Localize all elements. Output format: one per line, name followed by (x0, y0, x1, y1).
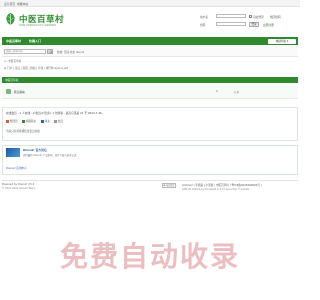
search-icon (49, 50, 53, 54)
admin-icon (6, 119, 9, 123)
search-input[interactable]: 请输入搜索内容 (4, 49, 46, 54)
remember-label: 自动登录 (253, 15, 264, 19)
online-stats-title: 在线会员 - 1 人在线 - 0 会员(0 隐身), 1 位游客 - 最高记录是… (6, 111, 103, 115)
member-icon (54, 119, 57, 123)
username-label: 用户名 (200, 15, 209, 19)
discuz-logo-icon[interactable] (6, 148, 20, 157)
sub-nav-links[interactable]: ☰ 门户 | 论坛 | 家园 | 群组 | 导读 | 排行榜 Gplore_wl… (4, 66, 68, 70)
register-link[interactable]: 立即注册 (263, 23, 274, 27)
promo-title[interactable]: Discuz! 官方论坛 (23, 148, 47, 152)
forum-icon (6, 89, 11, 94)
powered-by[interactable]: Powered by Discuz! X3.4 (2, 183, 34, 186)
legend-item-mod: 版主 (41, 119, 50, 123)
legend-item-admin: 管理员 (6, 119, 18, 123)
login-form: 用户名 自动登录 密码 登录 立即注册 找回密码 (200, 12, 298, 34)
forum-row[interactable]: 默认版块 0 从未 (2, 86, 298, 99)
search-button[interactable] (47, 49, 53, 54)
partner-promo: Discuz! 官方论坛 提供最新 Discuz! 产品新闻、软件下载与技术交流… (2, 145, 298, 175)
search-bar: 请输入搜索内容 热搜: 活动 交友 discuz (2, 46, 298, 57)
nav-item-quickstart[interactable]: 快捷入门 (29, 39, 41, 43)
site-logo[interactable]: 中医百草村 百草园·中医药民间交流平台 中医草药知识 (2, 9, 70, 35)
remember-checkbox[interactable] (249, 15, 252, 18)
online-stats-panel: 在线会员 - 1 人在线 - 0 会员(0 隐身), 1 位游客 - 最高记录是… (2, 107, 298, 141)
password-field[interactable] (216, 22, 246, 26)
watermark-text: 免费自动收录 (59, 240, 240, 273)
footer-gmt: GMT+8, 2024-9-6 | Processed in 0.07 seco… (182, 188, 250, 191)
super-moderator-icon (22, 119, 25, 123)
set-homepage-link[interactable]: 设为首页 (4, 2, 15, 6)
forgot-password-link[interactable]: 找回密码 (270, 15, 281, 19)
bookmark-link[interactable]: 收藏本站 (17, 2, 28, 6)
legend-item-member: 会员 (54, 119, 63, 123)
promo-description: 提供最新 Discuz! 产品新闻、软件下载与技术交流 (23, 153, 77, 157)
hot-search-terms[interactable]: 热搜: 活动 交友 discuz (57, 50, 84, 54)
password-label: 密码 (200, 22, 206, 27)
username-field[interactable] (216, 14, 246, 18)
legend-item-super-mod: 超级版主 (22, 119, 36, 123)
moderator-icon (41, 119, 44, 123)
quick-nav-button[interactable]: 快捷导航 ▾ (268, 38, 296, 44)
leaf-icon (6, 13, 15, 25)
forum-name[interactable]: 默认版块 (14, 90, 25, 94)
footer-links[interactable]: Archiver | 手机版 | 小黑屋 | 中医百草村 ( 粤ICP备2024… (182, 183, 262, 187)
footer: Powered by Discuz! X3.4 © 2001-2024 Disc… (2, 180, 298, 195)
breadcrumb[interactable]: ⌂ › 中医百草村 (4, 59, 21, 63)
copyright: © 2001-2024 Discuz! Team. (2, 187, 36, 190)
logo-subtitle: 百草园·中医药民间交流平台 中医草药知识 (19, 25, 57, 27)
top-bar: 设为首页 收藏本站 (0, 0, 300, 7)
stats-badge[interactable]: ⬒ 站长统计 (162, 182, 176, 188)
nav-item-home[interactable]: 中医百草村 (6, 39, 21, 43)
online-note: 当前只有游客或隐身会员在线 (6, 130, 40, 133)
login-button[interactable]: 登录 (249, 22, 259, 27)
forum-last-post: 从未 (234, 91, 240, 94)
main-nav: 中医百草村 快捷入门 快捷导航 ▾ (2, 37, 298, 45)
forum-section-header: 中医百草村 (2, 77, 298, 83)
section-title[interactable]: 中医百草村 (5, 78, 18, 82)
promo-link[interactable]: Discuz! 应用中心 (6, 166, 27, 170)
forum-post-count: 0 (216, 90, 218, 93)
